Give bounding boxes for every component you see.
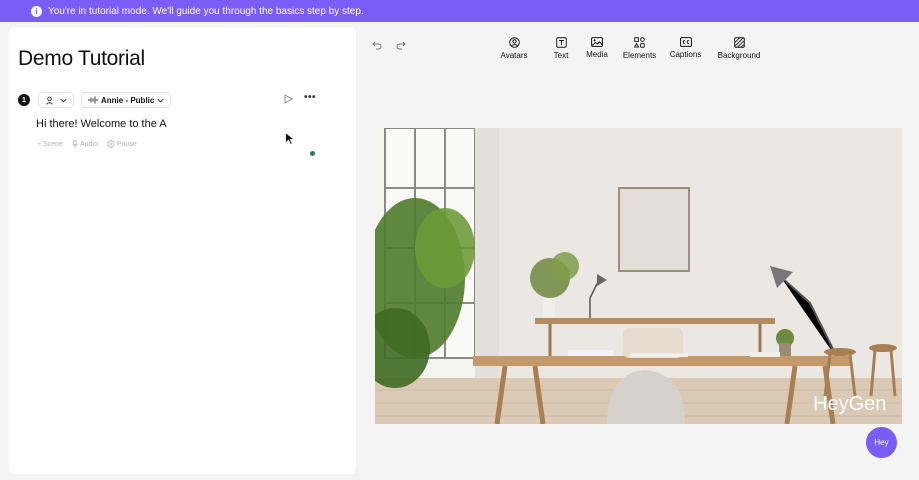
scene-header: 1 Annie - Public — [18, 92, 172, 108]
chevron-down-icon — [60, 98, 67, 103]
pause-icon — [107, 140, 115, 148]
add-audio-button[interactable]: Audio — [72, 140, 98, 148]
add-scene-button[interactable]: + Scene — [37, 140, 63, 148]
add-scene-label: Scene — [43, 140, 63, 148]
status-dot — [310, 151, 315, 156]
video-canvas[interactable]: HeyGen — [375, 128, 902, 424]
background-icon — [733, 37, 745, 48]
add-pause-button[interactable]: Pause — [107, 140, 137, 148]
tutorial-banner: i You're in tutorial mode. We'll guide y… — [0, 0, 919, 22]
person-icon — [46, 96, 53, 105]
add-controls: + Scene Audio Pause — [37, 140, 137, 148]
play-icon[interactable] — [284, 94, 293, 104]
more-options-icon[interactable]: ••• — [304, 92, 316, 103]
add-pause-label: Pause — [116, 140, 137, 148]
office-background-image: HeyGen — [375, 128, 902, 424]
history-controls — [372, 41, 406, 50]
toolbar-media[interactable]: Media — [586, 37, 608, 60]
info-icon: i — [31, 5, 42, 17]
toolbar-elements[interactable]: Elements — [623, 37, 656, 60]
microphone-icon — [72, 140, 78, 148]
toolbar-captions-label: Captions — [669, 50, 702, 59]
scene-number: 1 — [18, 94, 30, 106]
toolbar-avatars[interactable]: Avatars — [498, 37, 530, 60]
chevron-down-icon — [157, 98, 164, 103]
toolbar-elements-label: Elements — [622, 51, 657, 60]
toolbar-avatars-label: Avatars — [500, 51, 528, 60]
avatar-icon — [508, 37, 520, 48]
toolbar-background[interactable]: Background — [717, 37, 761, 60]
toolbar-captions[interactable]: Captions — [669, 37, 702, 60]
voice-dropdown[interactable]: Annie - Public — [81, 92, 172, 108]
undo-icon[interactable] — [372, 41, 382, 50]
text-icon — [555, 37, 567, 48]
waveform-icon — [88, 96, 98, 104]
banner-text: You're in tutorial mode. We'll guide you… — [48, 5, 364, 17]
insert-toolbar: Avatars Text Media Elements Captions Bac… — [498, 37, 761, 60]
mouse-cursor-icon — [285, 132, 296, 145]
add-audio-label: Audio — [79, 140, 98, 148]
page-title: Demo Tutorial — [18, 47, 145, 70]
toolbar-media-label: Media — [586, 50, 608, 59]
avatar-dropdown[interactable] — [38, 92, 74, 108]
toolbar-text-label: Text — [553, 51, 569, 60]
watermark-text: HeyGen — [813, 393, 886, 415]
toolbar-text[interactable]: Text — [551, 37, 571, 60]
redo-icon[interactable] — [396, 41, 406, 50]
script-panel: Demo Tutorial 1 Annie - Public ••• Hi th… — [9, 27, 356, 474]
voice-name: Annie - Public — [101, 95, 155, 105]
plus-icon: + — [37, 140, 42, 148]
toolbar-background-label: Background — [717, 51, 761, 60]
captions-icon — [679, 37, 692, 47]
image-icon — [591, 37, 603, 47]
help-chat-button[interactable]: Hey — [866, 427, 897, 458]
script-input[interactable]: Hi there! Welcome to the A — [36, 118, 167, 130]
elements-icon — [634, 37, 645, 48]
